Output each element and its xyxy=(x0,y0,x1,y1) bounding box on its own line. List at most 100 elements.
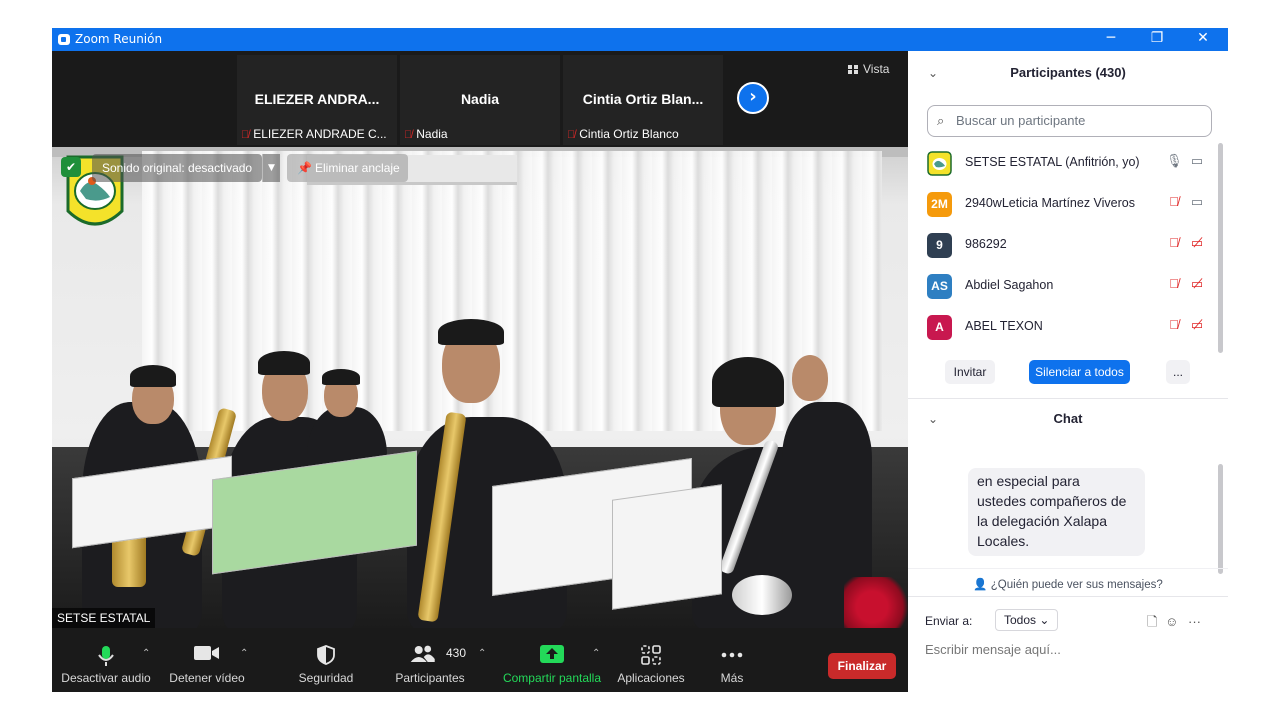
video-tile[interactable]: Cintia Ortiz Blan... 🎙̸ Cintia Ortiz Blan… xyxy=(563,55,723,145)
apps-icon xyxy=(641,645,661,665)
participants-panel-header: ⌄ Participantes (430) xyxy=(908,53,1228,93)
more-options-button[interactable]: ... xyxy=(1166,360,1190,384)
tile-label: ELIEZER ANDRADE C... xyxy=(253,127,387,141)
participant-row[interactable]: A ABEL TEXON 🎙̸ ▭̸ xyxy=(908,307,1228,348)
chevron-down-icon: ⌄ xyxy=(1039,613,1050,627)
chat-message-input[interactable]: Escribir mensaje aquí... xyxy=(925,642,1061,657)
mic-muted-icon[interactable]: 🎙̸ xyxy=(1166,235,1182,255)
tile-name: Nadia xyxy=(460,91,500,107)
chat-panel-title: Chat xyxy=(1053,411,1083,426)
video-options-caret-icon[interactable]: ⌃ xyxy=(240,648,248,659)
tile-label: Cintia Ortiz Blanco xyxy=(579,127,679,141)
tile-name: ELIEZER ANDRA... xyxy=(254,91,380,107)
video-tile[interactable]: Nadia 🎙̸ Nadia xyxy=(400,55,560,145)
search-icon: ⌕ xyxy=(937,113,945,128)
participant-name: ABEL TEXON xyxy=(965,319,1043,333)
collapse-chat-chevron-icon[interactable]: ⌄ xyxy=(928,399,938,439)
mic-muted-icon[interactable]: 🎙̸ xyxy=(1166,276,1182,296)
video-tile[interactable]: ELIEZER ANDRA... 🎙̸ ELIEZER ANDRADE C... xyxy=(237,55,397,145)
participants-options-caret-icon[interactable]: ⌃ xyxy=(478,648,486,659)
more-button[interactable]: Más xyxy=(708,628,756,692)
participants-icon xyxy=(410,645,435,662)
person-lock-icon: 👤 xyxy=(973,579,988,591)
original-sound-toggle[interactable]: Sonido original: desactivado xyxy=(92,154,263,182)
participant-search-input[interactable]: ⌕ Buscar un participante xyxy=(927,105,1212,137)
emoji-icon[interactable]: ☺ xyxy=(1165,614,1178,629)
security-button[interactable]: Seguridad xyxy=(290,628,362,692)
gallery-strip: ELIEZER ANDRA... 🎙̸ ELIEZER ANDRADE C... … xyxy=(52,51,908,147)
participant-avatar: AS xyxy=(927,274,952,299)
chevron-down-icon[interactable]: ▼ xyxy=(262,154,280,182)
mute-audio-button[interactable]: Desactivar audio xyxy=(60,628,152,692)
encryption-shield-icon[interactable]: ✔ xyxy=(61,157,81,177)
view-button[interactable]: Vista xyxy=(848,62,889,76)
share-screen-icon xyxy=(540,645,564,663)
participants-button[interactable]: 430 Participantes xyxy=(390,628,470,692)
stop-video-button[interactable]: Detener vídeo xyxy=(166,628,248,692)
pin-icon: 📌 xyxy=(297,161,312,175)
participants-scrollbar[interactable] xyxy=(1218,143,1223,353)
active-speaker-label: SETSE ESTATAL xyxy=(52,608,156,628)
poinsettia-plant xyxy=(844,577,908,628)
chat-message: en especial para ustedes compañeros de l… xyxy=(968,468,1145,556)
zoom-window: Zoom Reunión ─ ❐ ✕ ELIEZER ANDRA... 🎙̸ EL… xyxy=(52,28,1228,692)
participant-name: SETSE ESTATAL (Anfitrión, yo) xyxy=(965,155,1140,169)
music-stand xyxy=(612,484,722,610)
microphone-icon[interactable]: 🎙 xyxy=(1166,153,1183,173)
remove-pin-button[interactable]: 📌 Eliminar anclaje xyxy=(287,154,408,182)
more-dots-icon xyxy=(721,652,743,658)
invite-button[interactable]: Invitar xyxy=(945,360,995,384)
close-button[interactable]: ✕ xyxy=(1180,28,1226,51)
mic-muted-icon[interactable]: 🎙̸ xyxy=(1166,317,1182,337)
shield-icon xyxy=(317,645,335,665)
participant-row[interactable]: SETSE ESTATAL (Anfitrión, yo) 🎙 ▭ xyxy=(908,143,1228,184)
more-dots-icon[interactable]: ··· xyxy=(1188,614,1201,629)
video-off-icon[interactable]: ▭̸ xyxy=(1188,276,1206,296)
participant-name: 986292 xyxy=(965,237,1007,251)
video-off-icon[interactable]: ▭̸ xyxy=(1188,317,1206,337)
restore-button[interactable]: ❐ xyxy=(1134,28,1180,51)
mic-muted-icon: 🎙̸ xyxy=(567,129,576,141)
window-title: Zoom Reunión xyxy=(75,32,163,46)
participants-count: 430 xyxy=(446,646,467,660)
zoom-app-icon xyxy=(58,34,70,45)
participant-name: Abdiel Sagahon xyxy=(965,278,1054,292)
trumpet xyxy=(732,575,792,615)
send-to-dropdown[interactable]: Todos ⌄ xyxy=(995,609,1059,631)
share-screen-button[interactable]: Compartir pantalla xyxy=(498,628,606,692)
participants-panel-title: Participantes (430) xyxy=(1010,65,1126,80)
apps-button[interactable]: Aplicaciones xyxy=(612,628,690,692)
collapse-participants-chevron-icon[interactable]: ⌄ xyxy=(928,53,938,93)
host-avatar-icon xyxy=(927,151,952,176)
video-area: ELIEZER ANDRA... 🎙̸ ELIEZER ANDRADE C... … xyxy=(52,51,908,628)
video-camera-icon[interactable]: ▭ xyxy=(1188,194,1206,214)
video-camera-icon[interactable]: ▭ xyxy=(1188,153,1206,173)
who-can-see-messages-link[interactable]: 👤 ¿Quién puede ver sus mensajes? xyxy=(908,577,1228,591)
side-panel: ⌄ Participantes (430) ⌕ Buscar un partic… xyxy=(908,51,1228,692)
mic-muted-icon[interactable]: 🎙̸ xyxy=(1166,194,1182,214)
title-bar: Zoom Reunión ─ ❐ ✕ xyxy=(52,28,1228,51)
audio-options-caret-icon[interactable]: ⌃ xyxy=(142,648,150,659)
mute-all-button[interactable]: Silenciar a todos xyxy=(1029,360,1130,384)
minimize-button[interactable]: ─ xyxy=(1088,28,1134,51)
mic-muted-icon: 🎙̸ xyxy=(404,129,413,141)
main-video-feed[interactable]: ✔ Sonido original: desactivado ▼ 📌 Elimin… xyxy=(52,147,908,628)
chat-panel-header: ⌄ Chat xyxy=(908,399,1228,439)
send-to-row: Enviar a: Todos ⌄ xyxy=(925,609,1059,631)
next-page-button[interactable]: › xyxy=(737,82,769,114)
participant-avatar: A xyxy=(927,315,952,340)
participant-row[interactable]: 2M 2940wLeticia Martínez Viveros 🎙̸ ▭ xyxy=(908,184,1228,225)
video-off-icon[interactable]: ▭̸ xyxy=(1188,235,1206,255)
microphone-icon xyxy=(98,646,114,666)
share-options-caret-icon[interactable]: ⌃ xyxy=(592,648,600,659)
participant-avatar: 2M xyxy=(927,192,952,217)
chat-scrollbar[interactable] xyxy=(1218,464,1223,574)
tile-name: Cintia Ortiz Blan... xyxy=(582,91,704,107)
end-meeting-button[interactable]: Finalizar xyxy=(828,653,896,679)
participants-list: SETSE ESTATAL (Anfitrión, yo) 🎙 ▭ 2M 294… xyxy=(908,143,1228,348)
participant-row[interactable]: AS Abdiel Sagahon 🎙̸ ▭̸ xyxy=(908,266,1228,307)
file-icon[interactable]: 🗋 xyxy=(1147,614,1157,629)
participant-name: 2940wLeticia Martínez Viveros xyxy=(965,196,1135,210)
participant-row[interactable]: 9 986292 🎙̸ ▭̸ xyxy=(908,225,1228,266)
mic-muted-icon: 🎙̸ xyxy=(241,129,250,141)
